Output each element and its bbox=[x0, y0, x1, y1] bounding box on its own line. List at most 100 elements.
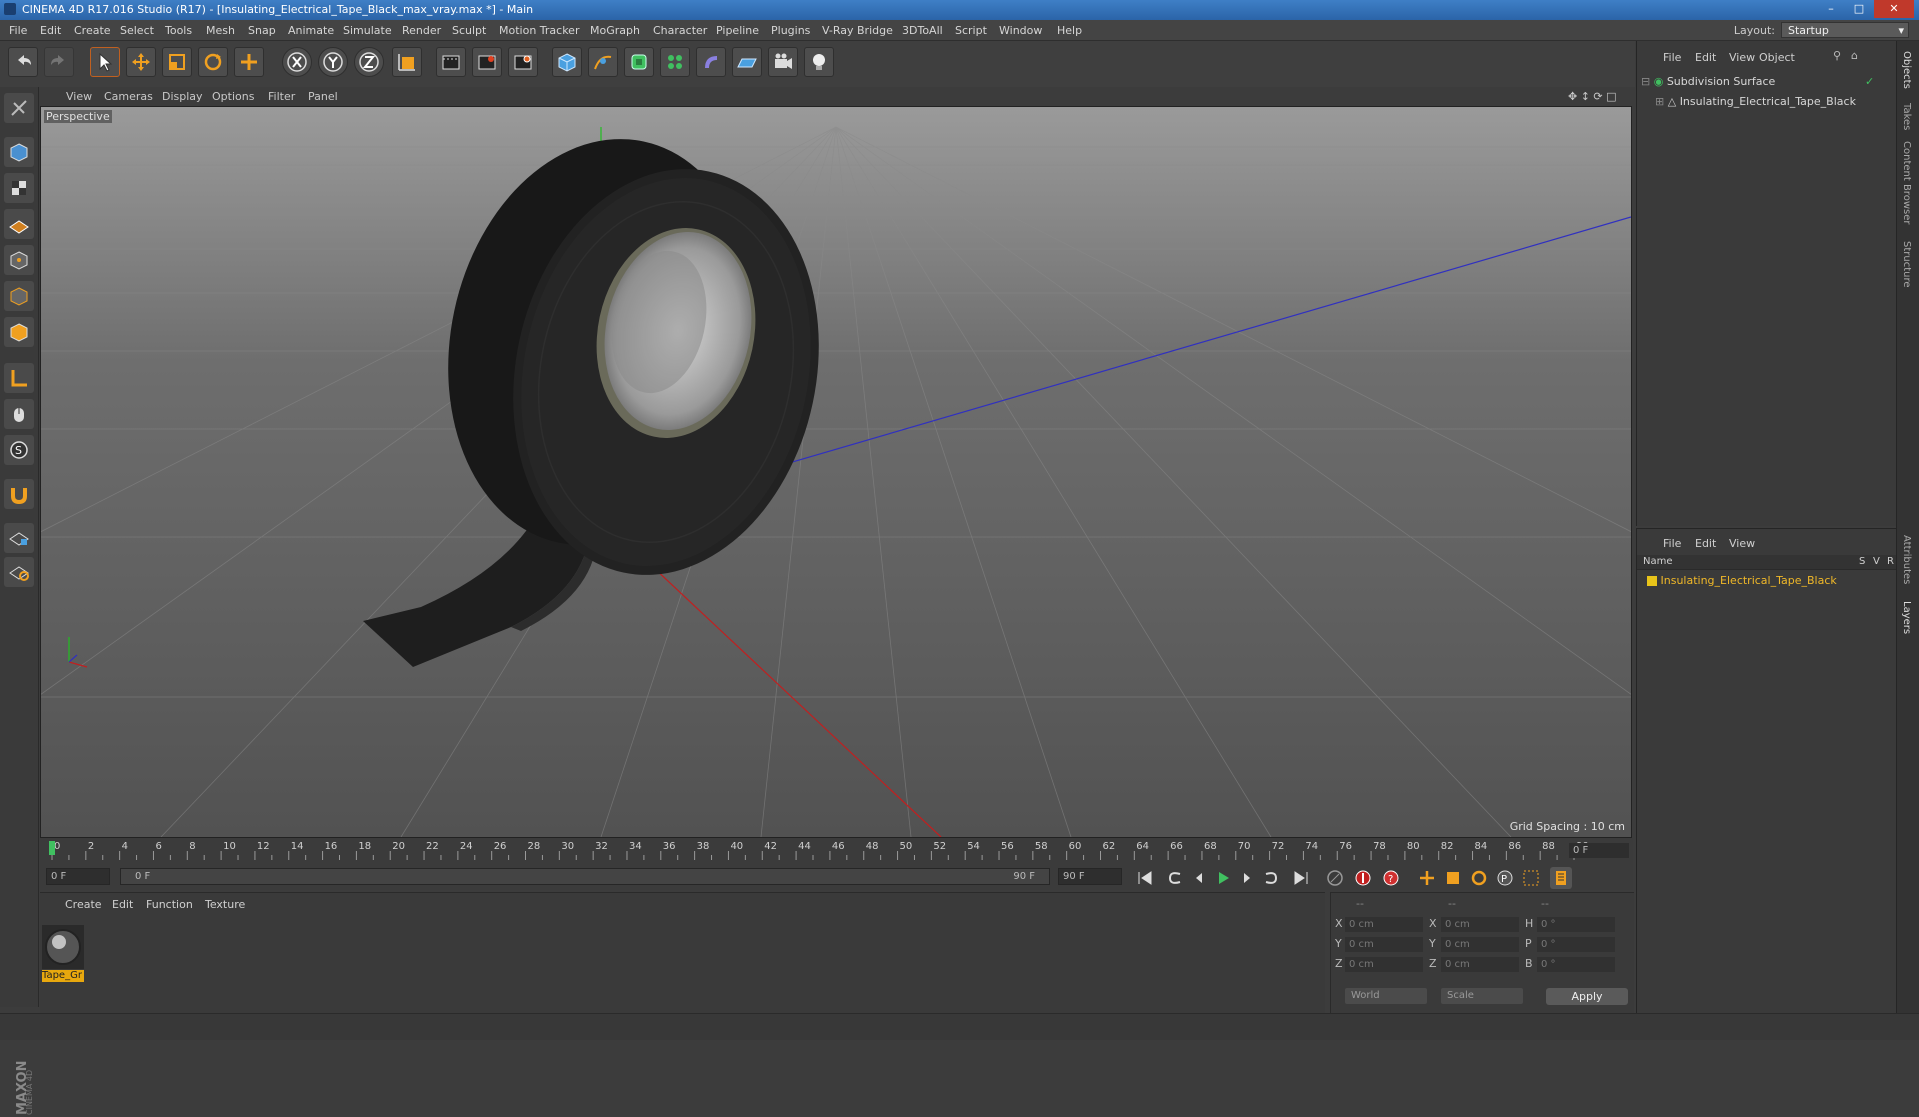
tab-objects[interactable]: Objects bbox=[1901, 51, 1912, 89]
record-auto-button[interactable] bbox=[1324, 867, 1346, 889]
viewport-menu-panel[interactable]: Panel bbox=[308, 90, 338, 103]
menu-help[interactable]: Help bbox=[1057, 24, 1082, 37]
key-parameter-button[interactable]: P bbox=[1494, 867, 1516, 889]
make-editable-button[interactable] bbox=[4, 93, 34, 123]
start-frame-field[interactable]: 0 F bbox=[46, 868, 110, 885]
object-row-tape[interactable]: ⊞ △ Insulating_Electrical_Tape_Black bbox=[1655, 94, 1905, 110]
record-button[interactable] bbox=[1352, 867, 1374, 889]
tab-structure[interactable]: Structure bbox=[1901, 241, 1912, 288]
model-mode-button[interactable] bbox=[4, 137, 34, 167]
render-settings-button[interactable] bbox=[508, 47, 538, 77]
menu-tools[interactable]: Tools bbox=[165, 24, 192, 37]
key-position-button[interactable] bbox=[1416, 867, 1438, 889]
material-name-label[interactable]: Tape_Gr bbox=[42, 970, 84, 982]
play-button[interactable] bbox=[1212, 867, 1234, 889]
menu-mesh[interactable]: Mesh bbox=[206, 24, 235, 37]
menu-pipeline[interactable]: Pipeline bbox=[716, 24, 759, 37]
render-picture-viewer-button[interactable] bbox=[472, 47, 502, 77]
menu-mograph[interactable]: MoGraph bbox=[590, 24, 640, 37]
tab-layers[interactable]: Layers bbox=[1901, 601, 1912, 634]
y-axis-button[interactable] bbox=[318, 47, 348, 77]
rotate-tool-button[interactable] bbox=[198, 47, 228, 77]
go-to-start-button[interactable] bbox=[1134, 867, 1156, 889]
z-axis-button[interactable] bbox=[354, 47, 384, 77]
object-menu-edit[interactable]: Edit bbox=[1695, 51, 1716, 64]
layer-color-swatch[interactable] bbox=[1647, 576, 1657, 586]
menu-simulate[interactable]: Simulate bbox=[343, 24, 392, 37]
coord-rot-p-field[interactable]: 0 ° bbox=[1537, 937, 1615, 952]
apply-button[interactable]: Apply bbox=[1546, 988, 1628, 1005]
workplane-mode-button[interactable] bbox=[4, 209, 34, 239]
end-frame-field[interactable]: 90 F bbox=[1058, 868, 1122, 885]
menu-create[interactable]: Create bbox=[74, 24, 111, 37]
object-menu-object[interactable]: Object bbox=[1759, 51, 1795, 64]
menu-vray-bridge[interactable]: V-Ray Bridge bbox=[822, 24, 893, 37]
texture-mode-button[interactable] bbox=[4, 173, 34, 203]
cube-primitive-button[interactable] bbox=[552, 47, 582, 77]
coord-system-button[interactable] bbox=[392, 47, 422, 77]
coord-pos-x-field[interactable]: 0 cm bbox=[1345, 917, 1423, 932]
viewport-menu-view[interactable]: View bbox=[66, 90, 92, 103]
floor-button[interactable] bbox=[732, 47, 762, 77]
cloner-button[interactable] bbox=[660, 47, 690, 77]
edges-mode-button[interactable] bbox=[4, 281, 34, 311]
axis-mode-button[interactable] bbox=[4, 363, 34, 393]
visibility-check-icon[interactable]: ✓ bbox=[1865, 74, 1874, 90]
snap-rotate-button[interactable] bbox=[4, 557, 34, 587]
menu-animate[interactable]: Animate bbox=[288, 24, 334, 37]
layer-menu-edit[interactable]: Edit bbox=[1695, 537, 1716, 550]
deformer-button[interactable] bbox=[696, 47, 726, 77]
coord-rot-b-field[interactable]: 0 ° bbox=[1537, 957, 1615, 972]
menu-snap[interactable]: Snap bbox=[248, 24, 276, 37]
material-menu-function[interactable]: Function bbox=[146, 898, 193, 911]
coord-size-z-field[interactable]: 0 cm bbox=[1441, 957, 1519, 972]
menu-sculpt[interactable]: Sculpt bbox=[452, 24, 486, 37]
render-view-button[interactable] bbox=[436, 47, 466, 77]
timeline-window-button[interactable] bbox=[1550, 867, 1572, 889]
subdivision-button[interactable] bbox=[624, 47, 654, 77]
perspective-viewport[interactable]: Perspective Grid Spacing : 10 cm bbox=[40, 106, 1632, 838]
menu-motion-tracker[interactable]: Motion Tracker bbox=[499, 24, 579, 37]
material-thumbnail[interactable] bbox=[42, 925, 84, 969]
layout-dropdown[interactable]: Startup ▾ bbox=[1781, 22, 1909, 38]
x-axis-button[interactable] bbox=[282, 47, 312, 77]
menu-character[interactable]: Character bbox=[653, 24, 707, 37]
coord-scale-dropdown[interactable]: Scale bbox=[1441, 988, 1523, 1004]
viewport-menu-filter[interactable]: Filter bbox=[268, 90, 295, 103]
polygons-mode-button[interactable] bbox=[4, 317, 34, 347]
material-menu-create[interactable]: Create bbox=[65, 898, 102, 911]
current-frame-field[interactable]: 0 F bbox=[1569, 843, 1629, 858]
layer-menu-view[interactable]: View bbox=[1729, 537, 1755, 550]
camera-button[interactable] bbox=[768, 47, 798, 77]
go-to-end-button[interactable] bbox=[1290, 867, 1312, 889]
move-tool-button[interactable] bbox=[126, 47, 156, 77]
collapse-icon[interactable]: ⊟ bbox=[1641, 75, 1650, 88]
tab-attributes[interactable]: Attributes bbox=[1901, 535, 1912, 584]
key-rotation-button[interactable] bbox=[1468, 867, 1490, 889]
maximize-button[interactable]: □ bbox=[1846, 0, 1872, 18]
menu-edit[interactable]: Edit bbox=[40, 24, 61, 37]
viewport-menu-display[interactable]: Display bbox=[162, 90, 203, 103]
menu-select[interactable]: Select bbox=[120, 24, 154, 37]
home-icon[interactable]: ⌂ bbox=[1851, 49, 1858, 62]
snap-lock-button[interactable] bbox=[4, 523, 34, 553]
coord-pos-y-field[interactable]: 0 cm bbox=[1345, 937, 1423, 952]
key-scale-button[interactable] bbox=[1442, 867, 1464, 889]
tweak-mode-button[interactable] bbox=[4, 399, 34, 429]
spline-pen-button[interactable] bbox=[588, 47, 618, 77]
coord-mode-dropdown[interactable]: World bbox=[1345, 988, 1427, 1004]
next-key-button[interactable] bbox=[1260, 867, 1282, 889]
search-icon[interactable]: ⚲ bbox=[1833, 49, 1841, 62]
menu-plugins[interactable]: Plugins bbox=[771, 24, 810, 37]
layer-menu-file[interactable]: File bbox=[1663, 537, 1681, 550]
magnet-button[interactable] bbox=[4, 479, 34, 509]
undo-button[interactable] bbox=[8, 47, 38, 77]
coord-rot-h-field[interactable]: 0 ° bbox=[1537, 917, 1615, 932]
solo-button[interactable]: S bbox=[4, 435, 34, 465]
coord-size-x-field[interactable]: 0 cm bbox=[1441, 917, 1519, 932]
last-tool-button[interactable] bbox=[234, 47, 264, 77]
frame-range-slider[interactable]: 0 F 90 F bbox=[120, 868, 1050, 885]
menu-window[interactable]: Window bbox=[999, 24, 1042, 37]
menu-render[interactable]: Render bbox=[402, 24, 441, 37]
prev-key-button[interactable] bbox=[1164, 867, 1186, 889]
